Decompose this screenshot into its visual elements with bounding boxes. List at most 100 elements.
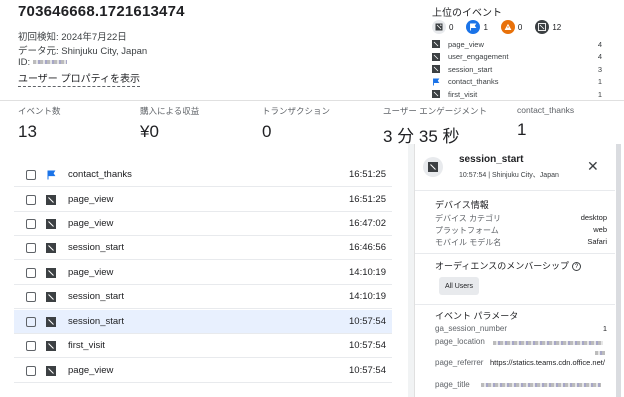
audience-chip[interactable]: All Users — [439, 277, 480, 295]
event-params-heading: イベント パラメータ — [435, 311, 519, 321]
event-name: first_visit — [68, 340, 105, 351]
kv-value: web — [593, 225, 607, 234]
top-event-item[interactable]: user_engagement 4 — [432, 51, 602, 64]
top-event-item[interactable]: session_start 3 — [432, 63, 602, 76]
metric-label: ユーザー エンゲージメント — [383, 106, 488, 116]
row-checkbox[interactable] — [26, 340, 36, 351]
top-events-list: page_view 4 user_engagement 4 session_st… — [432, 38, 602, 101]
redacted-value — [481, 383, 601, 387]
event-type-badges: 0 1 0 12 — [432, 20, 571, 34]
divider — [415, 304, 615, 305]
row-checkbox[interactable] — [26, 291, 36, 302]
divider — [415, 253, 615, 254]
close-icon[interactable]: ✕ — [587, 158, 599, 175]
detail-subtitle: 10:57:54 | Shinjuku City、Japan — [459, 172, 559, 179]
event-row[interactable]: contact_thanks 16:51:25 — [14, 163, 392, 187]
top-event-item[interactable]: page_view 4 — [432, 38, 602, 51]
event-row[interactable]: page_view 16:51:25 — [14, 188, 392, 212]
event-time: 16:51:25 — [349, 169, 386, 180]
device-category-row: デバイス カテゴリ desktop — [435, 213, 607, 224]
scrollbar[interactable] — [616, 144, 621, 397]
data-source: データ元: Shinjuku City, Japan — [18, 46, 148, 57]
kv-label: page_title — [435, 380, 470, 389]
summary-metrics: イベント数 13 購入による収益 ¥0 トランザクション 0 ユーザー エンゲー… — [0, 100, 624, 147]
event-row[interactable]: session_start 14:10:19 — [14, 285, 392, 309]
top-events-title: 上位のイベント — [432, 8, 502, 19]
audience-heading-text: オーディエンスのメンバーシップ — [435, 261, 570, 271]
event-time: 14:10:19 — [349, 291, 386, 302]
kv-value: 1 — [602, 324, 607, 333]
audience-heading: オーディエンスのメンバーシップ? — [435, 259, 582, 272]
page-icon — [46, 194, 56, 205]
event-time: 16:46:56 — [349, 242, 386, 253]
metric-value: 1 — [517, 120, 527, 139]
page-icon — [432, 40, 440, 49]
metric-value: 13 — [18, 122, 37, 141]
event-name: session_start — [68, 242, 124, 253]
page-icon — [432, 65, 440, 74]
top-event-item[interactable]: contact_thanks 1 — [432, 76, 602, 89]
page-icon — [46, 316, 56, 327]
id-row: ID: — [18, 57, 67, 68]
help-icon[interactable]: ? — [572, 262, 582, 272]
top-event-item[interactable]: first_visit 1 — [432, 88, 602, 101]
page-icon — [432, 90, 440, 99]
mobile-model-row: モバイル モデル名 Safari — [435, 237, 607, 248]
metric-label: イベント数 — [18, 106, 61, 116]
row-checkbox[interactable] — [26, 267, 36, 278]
page-icon — [46, 365, 56, 376]
top-event-name: page_view — [448, 39, 484, 49]
event-time: 10:57:54 — [349, 340, 386, 351]
badge-count: 12 — [552, 22, 562, 32]
kv-label: ga_session_number — [435, 324, 508, 333]
top-event-count: 3 — [597, 64, 602, 74]
row-checkbox[interactable] — [26, 316, 36, 327]
device-info-heading: デバイス情報 — [435, 200, 489, 210]
page-icon — [535, 20, 550, 34]
metric-value: 0 — [262, 122, 272, 141]
event-row-selected[interactable]: session_start 10:57:54 — [14, 310, 392, 334]
top-event-name: user_engagement — [448, 52, 509, 62]
kv-label: デバイス カテゴリ — [435, 214, 501, 223]
flag-icon — [46, 170, 56, 180]
metric-value: ¥0 — [140, 122, 159, 141]
row-checkbox[interactable] — [26, 169, 36, 180]
metric-label: 購入による収益 — [140, 106, 200, 116]
metric-label: contact_thanks — [517, 105, 575, 115]
page-icon — [423, 157, 443, 177]
redacted-value — [595, 351, 605, 355]
event-time: 14:10:19 — [349, 267, 386, 278]
top-event-name: first_visit — [448, 89, 478, 99]
top-events-card: 上位のイベント 0 1 0 12 page_view 4 user_engage… — [422, 0, 606, 101]
event-row[interactable]: page_view 14:10:19 — [14, 261, 392, 285]
event-row[interactable]: page_view 16:47:02 — [14, 212, 392, 236]
divider — [415, 190, 615, 191]
metric-engagement: ユーザー エンゲージメント 3 分 35 秒 — [383, 105, 487, 147]
top-event-name: contact_thanks — [448, 77, 499, 87]
metric-contact-thanks: contact_thanks 1 — [517, 105, 574, 140]
page-icon — [432, 52, 440, 61]
page-icon — [432, 20, 446, 34]
event-row[interactable]: first_visit 10:57:54 — [14, 334, 392, 358]
event-row[interactable]: session_start 16:46:56 — [14, 236, 392, 260]
badge-count: 1 — [483, 22, 488, 32]
event-row[interactable]: page_view 10:57:54 — [14, 359, 392, 383]
kv-label: page_referrer — [435, 358, 484, 367]
platform-row: プラットフォーム web — [435, 225, 607, 236]
event-time: 16:47:02 — [349, 218, 386, 229]
user-id: 703646668.1721613474 — [18, 3, 185, 20]
top-event-count: 1 — [597, 89, 602, 99]
row-checkbox[interactable] — [26, 218, 36, 229]
kv-label: page_location — [435, 337, 485, 346]
event-name: page_view — [68, 365, 114, 376]
event-name: page_view — [68, 218, 114, 229]
warning-icon — [500, 20, 515, 34]
page-icon — [46, 291, 56, 302]
row-checkbox[interactable] — [26, 242, 36, 253]
event-time: 10:57:54 — [349, 365, 386, 376]
row-checkbox[interactable] — [26, 365, 36, 376]
event-name: page_view — [68, 267, 114, 278]
row-checkbox[interactable] — [26, 194, 36, 205]
user-header: 703646668.1721613474 初回検知: 2024年7月22日 デー… — [0, 0, 624, 100]
view-user-properties-link[interactable]: ユーザー プロパティを表示 — [18, 70, 140, 87]
